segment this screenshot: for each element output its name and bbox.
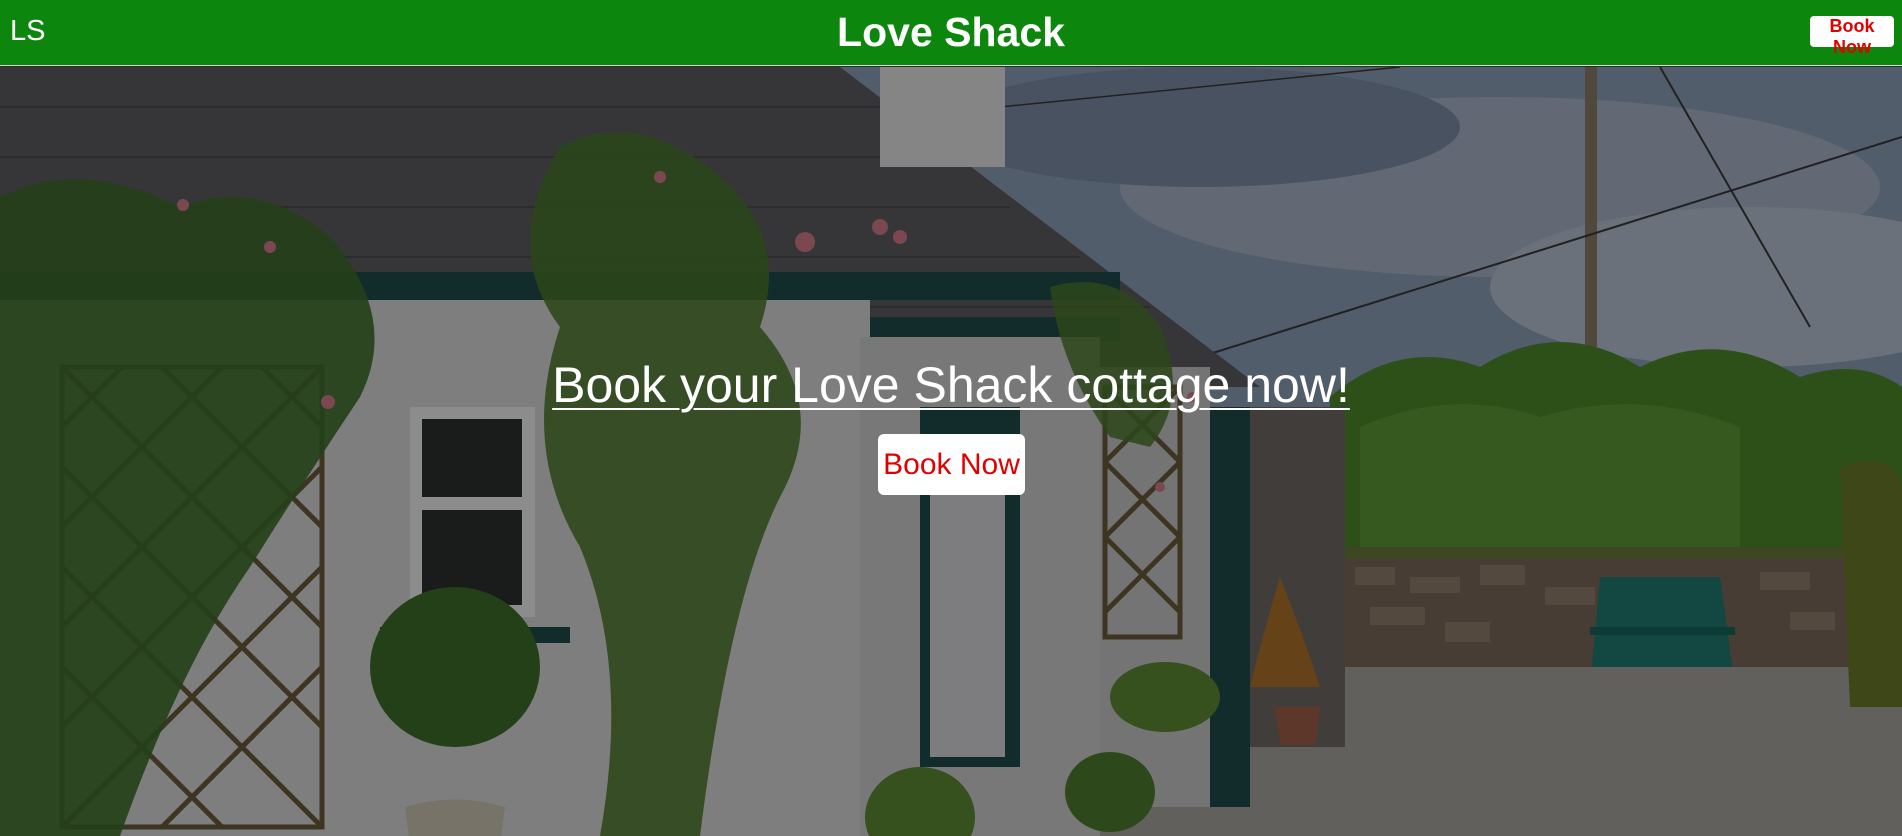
site-header: LS Love Shack Book Now [0, 0, 1902, 66]
hero-section: Book your Love Shack cottage now! Book N… [0, 67, 1902, 836]
hero-heading-link[interactable]: Book your Love Shack cottage now! [552, 357, 1350, 413]
hero-book-now-button[interactable]: Book Now [878, 434, 1025, 495]
site-title: Love Shack [837, 9, 1065, 55]
header-book-now-button[interactable]: Book Now [1810, 16, 1894, 57]
hero-heading: Book your Love Shack cottage now! [0, 357, 1902, 413]
